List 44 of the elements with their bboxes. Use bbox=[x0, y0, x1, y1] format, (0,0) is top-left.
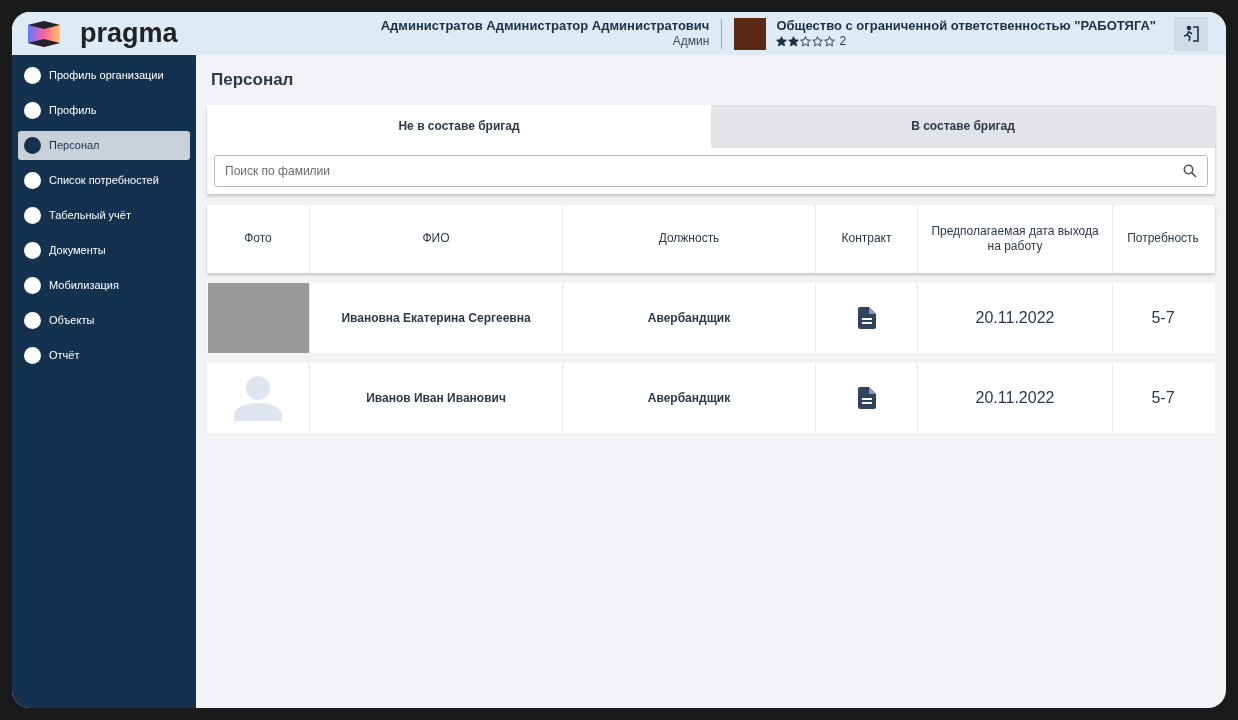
exit-icon bbox=[1181, 23, 1201, 44]
logo-icon bbox=[26, 19, 62, 48]
user-name: Администратов Администратор Администратович bbox=[380, 17, 710, 35]
table-cell: 5-7 bbox=[1112, 282, 1213, 353]
tab[interactable]: В составе бригад bbox=[711, 104, 1215, 148]
sidebar-item[interactable]: Документы bbox=[18, 236, 190, 265]
table-cell: Ивановна Екатерина Сергеевна bbox=[309, 282, 562, 353]
table-cell: Иванов Иван Иванович bbox=[309, 362, 562, 433]
rating-value: 2 bbox=[839, 34, 847, 50]
table-cell: 20.11.2022 bbox=[917, 362, 1112, 433]
sidebar-item[interactable]: Профиль организации bbox=[18, 61, 190, 90]
document-icon[interactable] bbox=[857, 386, 876, 409]
logo-text: pragma bbox=[80, 20, 178, 47]
organization-photo bbox=[734, 17, 767, 50]
column-header: Контракт bbox=[815, 204, 917, 273]
page-title: Персонал bbox=[211, 69, 295, 91]
document-icon[interactable] bbox=[857, 306, 876, 329]
sidebar-item[interactable]: Профиль bbox=[18, 96, 190, 125]
logout-button[interactable] bbox=[1174, 16, 1208, 51]
sidebar-item[interactable]: Отчёт bbox=[18, 341, 190, 370]
star-empty-icon bbox=[824, 36, 836, 48]
sidebar-item[interactable]: Мобилизация bbox=[18, 271, 190, 300]
tab[interactable]: Не в составе бригад bbox=[207, 104, 711, 148]
sidebar-item[interactable]: Список потребностей bbox=[18, 166, 190, 195]
organization-name: Общество с ограниченной ответственностью "РАБОТЯГА" bbox=[776, 17, 1156, 35]
column-header: ФИО bbox=[309, 204, 562, 273]
table-cell: Авербандщик bbox=[562, 362, 815, 433]
column-header: Предполагаемая дата выхода на работу bbox=[917, 204, 1112, 273]
table-cell: 20.11.2022 bbox=[917, 282, 1112, 353]
search-field[interactable]: Поиск по фамилии bbox=[214, 154, 1208, 187]
star-filled-icon bbox=[776, 36, 788, 48]
search-icon bbox=[1183, 163, 1197, 178]
star-empty-icon bbox=[812, 36, 824, 48]
sidebar-item[interactable]: Персонал bbox=[18, 131, 190, 160]
table-cell: 5-7 bbox=[1112, 362, 1213, 433]
sidebar-item[interactable]: Табельный учёт bbox=[18, 201, 190, 230]
table-cell: Авербандщик bbox=[562, 282, 815, 353]
avatar-placeholder-icon bbox=[234, 374, 282, 421]
column-header: Фото bbox=[243, 230, 273, 247]
sidebar-item[interactable]: Объекты bbox=[18, 306, 190, 335]
star-filled-icon bbox=[788, 36, 800, 48]
user-role: Админ bbox=[672, 34, 710, 50]
column-header: Должность bbox=[562, 204, 815, 273]
column-header: Потребность bbox=[1112, 204, 1213, 273]
